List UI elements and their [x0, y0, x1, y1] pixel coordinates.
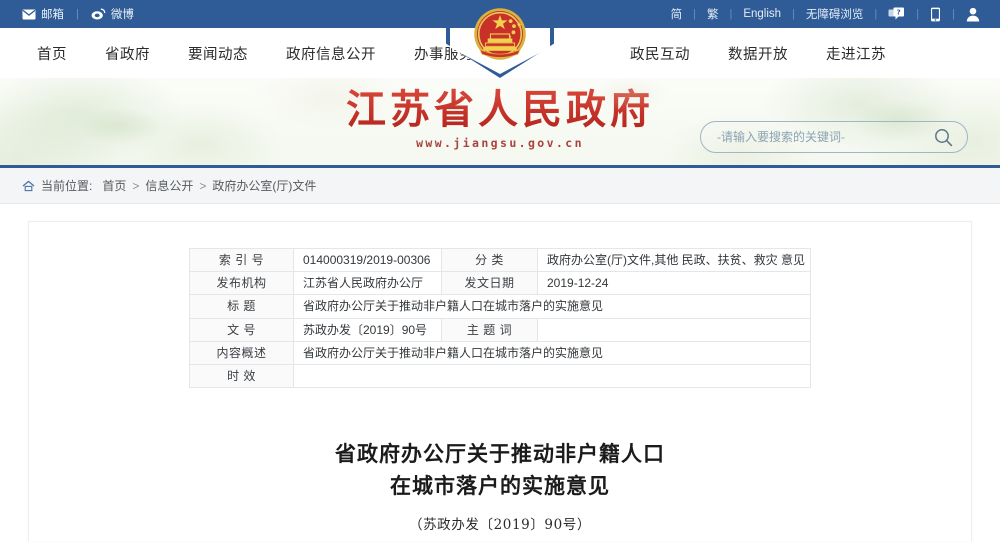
- lang-simplified-link[interactable]: 简: [671, 6, 683, 22]
- topbar-separator: |: [76, 8, 79, 20]
- meta-label-index-number: 索 引 号: [189, 247, 294, 273]
- meta-label-title: 标 题: [189, 294, 294, 319]
- meta-value-doc-number: 苏政办发〔2019〕90号: [293, 317, 442, 342]
- mobile-icon: [930, 7, 941, 22]
- meta-label-category: 分 类: [441, 247, 538, 273]
- breadcrumb-item-info-disclosure[interactable]: 信息公开: [145, 177, 193, 194]
- top-utility-bar: 邮箱 | 微博 简 | 繁 | English | 无障碍浏览 | ? | |: [0, 0, 1000, 28]
- topbar-separator: |: [952, 8, 955, 20]
- nav-item-open-data[interactable]: 数据开放: [709, 43, 807, 64]
- meta-label-publish-date: 发文日期: [441, 271, 538, 296]
- breadcrumb-separator: >: [199, 178, 207, 193]
- nav-item-home[interactable]: 首页: [18, 43, 86, 64]
- weibo-icon: [91, 8, 106, 20]
- user-icon: [966, 7, 980, 22]
- topbar-weibo-link[interactable]: 微博: [91, 6, 134, 22]
- topbar-separator: |: [693, 8, 696, 20]
- nav-item-news[interactable]: 要闻动态: [169, 43, 267, 64]
- table-row: 文 号 苏政办发〔2019〕90号 主 题 词: [189, 317, 811, 342]
- document-header: 省政府办公厅关于推动非户籍人口 在城市落户的实施意见 （苏政办发〔2019〕90…: [29, 388, 971, 533]
- help-chat-button[interactable]: ?: [888, 7, 905, 21]
- document-card: 索 引 号 014000319/2019-00306 分 类 政府办公室(厅)文…: [28, 221, 972, 541]
- meta-value-keywords: [537, 317, 811, 342]
- nav-left-group: 首页 省政府 要闻动态 政府信息公开 办事服务: [0, 43, 493, 64]
- topbar-separator: |: [874, 8, 878, 20]
- topbar-separator: |: [916, 8, 920, 20]
- meta-value-publish-date: 2019-12-24: [537, 271, 811, 296]
- meta-value-index-number: 014000319/2019-00306: [293, 247, 442, 273]
- meta-label-validity: 时 效: [189, 363, 294, 389]
- table-row: 内容概述 省政府办公厅关于推动非户籍人口在城市落户的实施意见: [189, 340, 811, 365]
- nav-item-info-disclosure[interactable]: 政府信息公开: [267, 43, 395, 64]
- svg-text:?: ?: [897, 9, 901, 17]
- topbar-separator: |: [729, 8, 733, 20]
- nav-item-services[interactable]: 办事服务: [395, 43, 493, 64]
- main-navigation: 首页 省政府 要闻动态 政府信息公开 办事服务 政民互动 数据开放 走进江苏: [0, 28, 1000, 78]
- meta-label-publisher: 发布机构: [189, 271, 294, 296]
- lang-english-link[interactable]: English: [743, 8, 781, 20]
- table-row: 发布机构 江苏省人民政府办公厅 发文日期 2019-12-24: [189, 271, 811, 296]
- meta-label-doc-number: 文 号: [189, 317, 294, 342]
- nav-right-group: 政民互动 数据开放 走进江苏: [611, 43, 905, 64]
- lang-traditional-link[interactable]: 繁: [707, 6, 719, 22]
- search-icon: [934, 128, 953, 147]
- topbar-mail-label: 邮箱: [41, 9, 64, 21]
- topbar-left-group: 邮箱 | 微博: [0, 6, 134, 22]
- topbar-mail-link[interactable]: 邮箱: [22, 6, 64, 22]
- meta-label-keywords: 主 题 词: [441, 317, 538, 342]
- breadcrumb-item-home[interactable]: 首页: [102, 177, 126, 194]
- meta-label-summary: 内容概述: [189, 340, 294, 365]
- user-account-button[interactable]: [966, 7, 980, 22]
- document-number-subtitle: （苏政办发〔2019〕90号）: [408, 517, 592, 534]
- document-meta-table: 索 引 号 014000319/2019-00306 分 类 政府办公室(厅)文…: [189, 247, 811, 389]
- accessibility-link[interactable]: 无障碍浏览: [806, 6, 864, 22]
- nav-item-about-jiangsu[interactable]: 走进江苏: [807, 43, 905, 64]
- topbar-separator: |: [792, 8, 795, 20]
- table-row: 时 效: [189, 363, 811, 389]
- meta-value-validity: [293, 363, 811, 389]
- meta-value-publisher: 江苏省人民政府办公厅: [293, 271, 442, 296]
- table-row: 标 题 省政府办公厅关于推动非户籍人口在城市落户的实施意见: [189, 294, 811, 319]
- nav-item-provincial-government[interactable]: 省政府: [86, 43, 169, 64]
- search-input[interactable]: [701, 130, 930, 144]
- page-root: 邮箱 | 微博 简 | 繁 | English | 无障碍浏览 | ? | | …: [0, 0, 1000, 544]
- meta-value-category: 政府办公室(厅)文件,其他 民政、扶贫、救灾 意见: [537, 247, 811, 273]
- table-row: 索 引 号 014000319/2019-00306 分 类 政府办公室(厅)文…: [189, 247, 811, 273]
- topbar-weibo-label: 微博: [110, 9, 134, 21]
- breadcrumb-prefix: 当前位置:: [41, 179, 93, 193]
- help-chat-icon: ?: [888, 7, 905, 21]
- meta-value-title: 省政府办公厅关于推动非户籍人口在城市落户的实施意见: [293, 294, 811, 319]
- page-title-line2: 在城市落户的实施意见: [390, 472, 610, 498]
- nav-item-interaction[interactable]: 政民互动: [611, 43, 709, 64]
- search-box[interactable]: [700, 121, 968, 153]
- page-title-line1: 省政府办公厅关于推动非户籍人口: [335, 441, 665, 467]
- breadcrumb-item-office-documents[interactable]: 政府办公室(厅)文件: [212, 177, 316, 194]
- meta-value-summary: 省政府办公厅关于推动非户籍人口在城市落户的实施意见: [293, 340, 811, 365]
- search-button[interactable]: [930, 128, 967, 147]
- content-area: 索 引 号 014000319/2019-00306 分 类 政府办公室(厅)文…: [0, 204, 1000, 541]
- breadcrumb-separator: >: [132, 178, 140, 193]
- mobile-site-button[interactable]: [930, 7, 941, 22]
- mail-icon: [22, 9, 36, 20]
- breadcrumb: 当前位置: 首页 > 信息公开 > 政府办公室(厅)文件: [0, 168, 1000, 204]
- home-icon: [22, 180, 35, 192]
- topbar-right-group: 简 | 繁 | English | 无障碍浏览 | ? | |: [671, 6, 1000, 22]
